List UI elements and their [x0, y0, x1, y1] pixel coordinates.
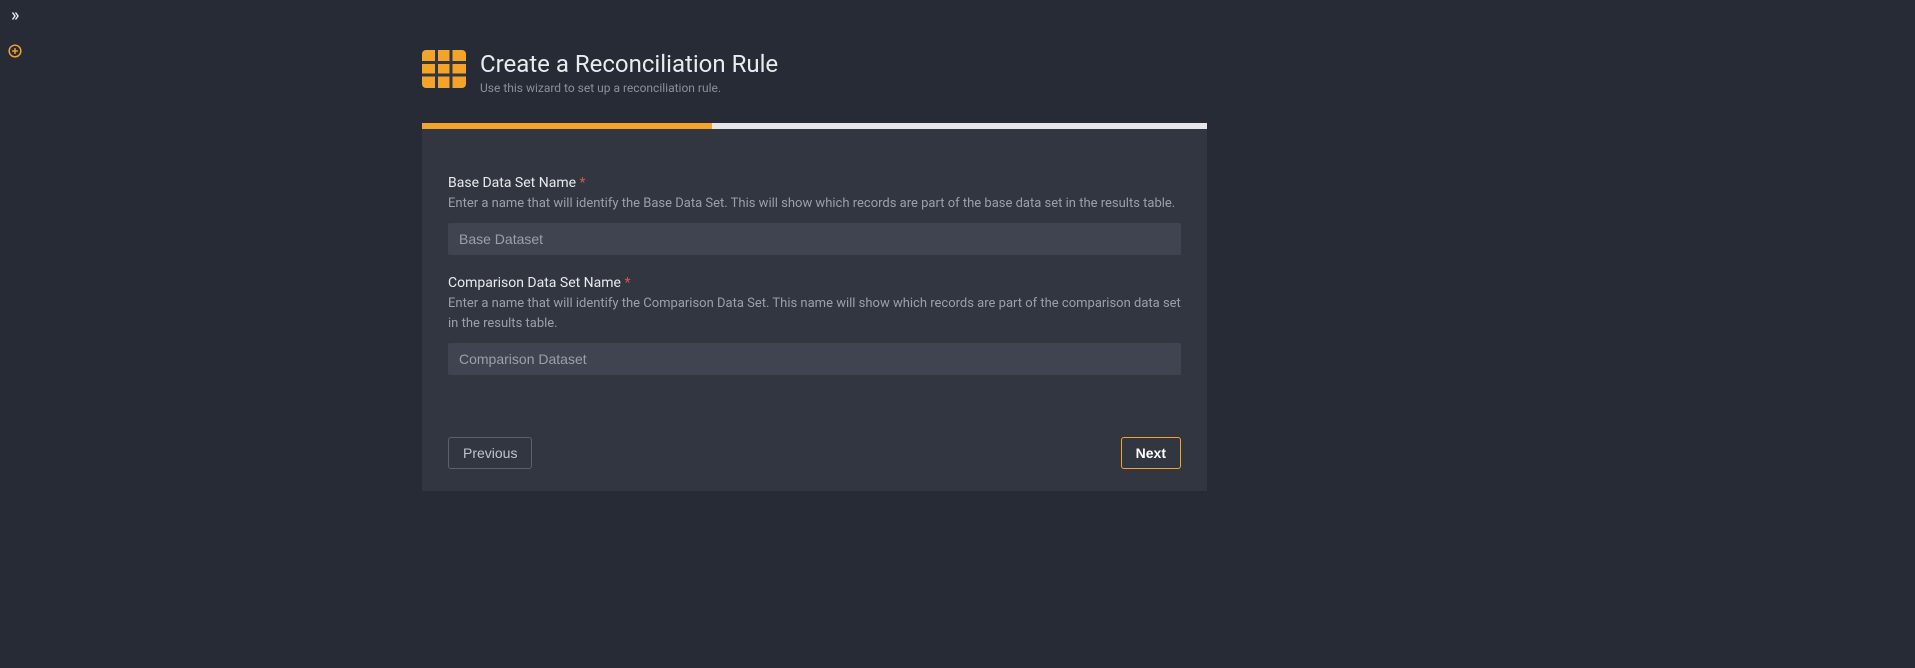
table-grid-icon [422, 50, 466, 88]
page-subtitle: Use this wizard to set up a reconciliati… [480, 81, 778, 95]
progress-bar [422, 123, 1207, 129]
base-dataset-input[interactable] [448, 223, 1181, 255]
form-body: Base Data Set Name * Enter a name that w… [422, 129, 1207, 406]
next-button[interactable]: Next [1121, 437, 1181, 469]
base-dataset-description: Enter a name that will identify the Base… [448, 194, 1181, 214]
wizard-footer: Previous Next [422, 405, 1207, 469]
page-title: Create a Reconciliation Rule [480, 50, 778, 79]
comparison-dataset-description: Enter a name that will identify the Comp… [448, 294, 1181, 333]
comparison-dataset-group: Comparison Data Set Name * Enter a name … [448, 275, 1181, 375]
label-text: Base Data Set Name [448, 175, 576, 191]
expand-sidebar-icon[interactable] [9, 10, 21, 22]
add-icon[interactable] [8, 44, 22, 58]
required-indicator: * [580, 175, 586, 191]
required-indicator: * [624, 275, 630, 291]
wizard-card: Base Data Set Name * Enter a name that w… [422, 123, 1207, 492]
label-text: Comparison Data Set Name [448, 275, 621, 291]
base-dataset-label: Base Data Set Name * [448, 175, 1181, 191]
wizard-header: Create a Reconciliation Rule Use this wi… [422, 50, 1207, 95]
main-content: Create a Reconciliation Rule Use this wi… [30, 0, 1915, 491]
progress-fill [422, 123, 712, 129]
sidebar [0, 0, 30, 668]
previous-button[interactable]: Previous [448, 437, 532, 469]
comparison-dataset-input[interactable] [448, 343, 1181, 375]
comparison-dataset-label: Comparison Data Set Name * [448, 275, 1181, 291]
base-dataset-group: Base Data Set Name * Enter a name that w… [448, 175, 1181, 256]
wizard-container: Create a Reconciliation Rule Use this wi… [422, 50, 1207, 491]
